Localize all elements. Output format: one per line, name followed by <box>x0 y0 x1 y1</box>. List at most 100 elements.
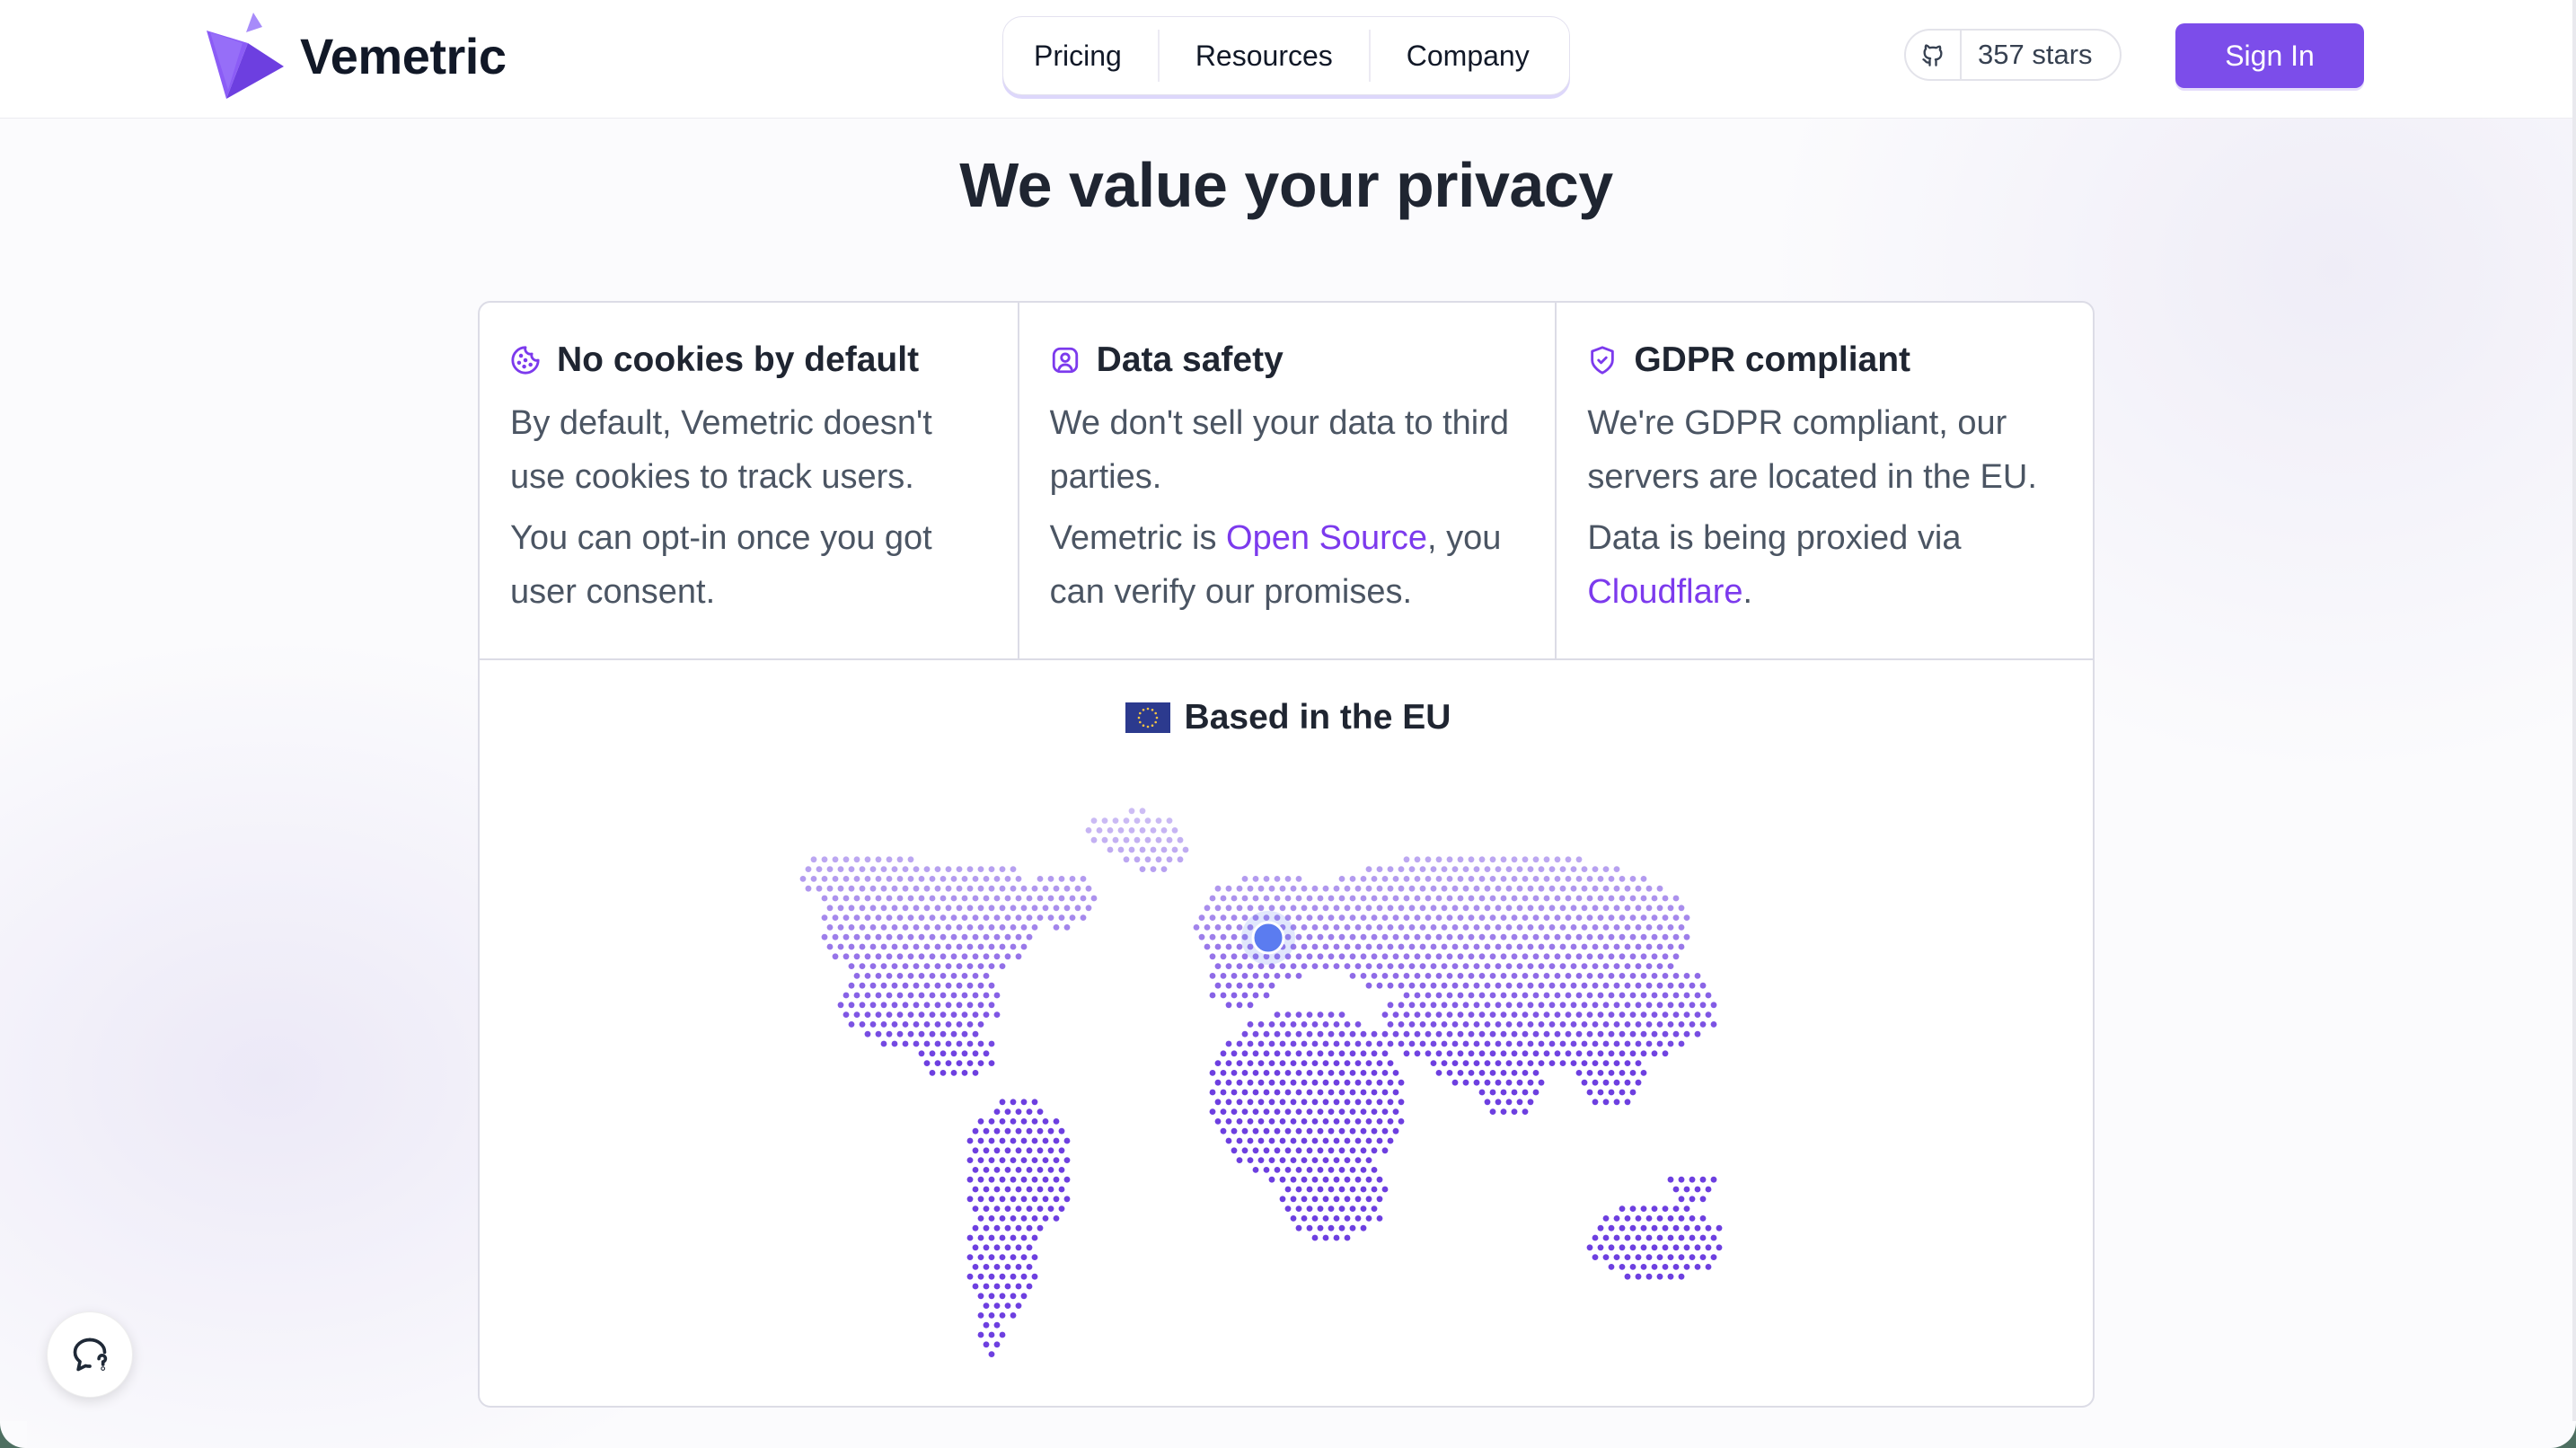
map-dot <box>1360 1186 1367 1193</box>
map-dot <box>1177 856 1184 863</box>
map-dot <box>966 1196 974 1203</box>
map-dot <box>1538 1002 1545 1009</box>
map-dot <box>1301 1215 1308 1222</box>
world-dot-map <box>799 808 1723 1357</box>
map-dot <box>1026 1244 1033 1251</box>
map-dot <box>945 905 952 912</box>
map-dot <box>1403 1030 1410 1037</box>
nav-resources[interactable]: Resources <box>1157 30 1369 82</box>
map-dot <box>929 1011 936 1018</box>
brand-logo[interactable]: Vemetric <box>207 13 507 99</box>
map-dot <box>1026 933 1033 940</box>
map-dot <box>1602 866 1610 872</box>
map-dot <box>1570 1021 1577 1028</box>
scrollbar-track[interactable] <box>2572 0 2576 1448</box>
map-dot <box>1559 982 1566 989</box>
map-dot <box>940 1070 947 1076</box>
map-dot <box>1613 866 1620 872</box>
github-stars-button[interactable]: 357 stars <box>1904 29 2122 81</box>
map-dot <box>1651 1030 1658 1037</box>
map-dot <box>1651 914 1658 921</box>
map-dot <box>1489 1011 1496 1018</box>
map-dot <box>1516 943 1523 950</box>
map-dot <box>966 1273 974 1280</box>
map-dot <box>1274 1108 1281 1115</box>
map-dot <box>1015 876 1022 882</box>
map-dot <box>1333 1040 1340 1047</box>
map-dot <box>1182 846 1189 853</box>
map-dot <box>940 953 947 960</box>
map-dot <box>1430 885 1437 892</box>
map-dot <box>934 924 941 931</box>
map-dot <box>1241 895 1248 902</box>
map-dot <box>1252 1108 1259 1115</box>
map-dot <box>1311 885 1319 892</box>
map-dot <box>1619 1030 1626 1037</box>
map-dot <box>1575 953 1583 960</box>
map-dot <box>961 1011 968 1018</box>
map-dot <box>1295 1070 1302 1076</box>
map-dot <box>977 1312 984 1319</box>
map-dot <box>837 924 844 931</box>
map-dot <box>875 1011 882 1018</box>
map-dot <box>1575 856 1583 863</box>
map-dot <box>1015 933 1022 940</box>
map-dot <box>1252 1030 1259 1037</box>
chat-button[interactable] <box>47 1311 133 1398</box>
map-dot <box>993 1341 1001 1348</box>
map-dot <box>1090 817 1098 824</box>
map-dot <box>1527 1099 1534 1106</box>
map-dot <box>1473 1002 1480 1009</box>
map-dot <box>869 963 877 969</box>
map-dot <box>1689 1002 1696 1009</box>
map-dot <box>1511 992 1518 999</box>
map-dot <box>886 1030 893 1037</box>
map-dot <box>972 1224 979 1232</box>
map-dot <box>1031 1273 1038 1280</box>
map-dot <box>1495 924 1502 931</box>
map-dot <box>1527 905 1534 912</box>
map-dot <box>1505 924 1513 931</box>
map-dot <box>1699 1254 1707 1260</box>
map-dot <box>1451 1002 1459 1009</box>
map-dot <box>1581 963 1588 969</box>
map-dot <box>988 963 995 969</box>
map-dot <box>1317 953 1324 960</box>
map-dot <box>1020 1293 1028 1300</box>
map-dot <box>1484 1040 1491 1047</box>
map-dot <box>1010 1118 1017 1125</box>
map-dot <box>1694 1186 1701 1193</box>
map-dot <box>1619 914 1626 921</box>
map-dot <box>1263 1089 1270 1096</box>
map-dot <box>1053 924 1060 931</box>
cloudflare-link[interactable]: Cloudflare <box>1587 573 1742 611</box>
map-dot <box>1284 1089 1292 1096</box>
nav-company[interactable]: Company <box>1368 30 1566 82</box>
map-dot <box>999 905 1006 912</box>
map-dot <box>940 1050 947 1057</box>
map-dot <box>1247 1040 1254 1047</box>
open-source-link[interactable]: Open Source <box>1226 519 1427 557</box>
map-dot <box>972 973 979 979</box>
map-dot <box>1338 933 1345 940</box>
map-dot <box>1419 866 1426 872</box>
eu-flag-icon <box>1125 702 1170 733</box>
map-dot <box>999 924 1006 931</box>
map-dot <box>1037 1205 1044 1212</box>
map-dot <box>1581 924 1588 931</box>
nav-pricing[interactable]: Pricing <box>1003 30 1158 82</box>
map-dot <box>1511 1011 1518 1018</box>
map-dot <box>1236 1137 1243 1144</box>
map-dot <box>1495 1060 1502 1066</box>
map-dot <box>1257 1118 1265 1125</box>
sign-in-button[interactable]: Sign In <box>2175 23 2364 88</box>
map-dot <box>1403 1011 1410 1018</box>
map-dot <box>1004 1264 1011 1270</box>
map-dot <box>988 1351 995 1357</box>
map-dot <box>1543 856 1550 863</box>
feature-text: We're GDPR compliant, our servers are lo… <box>1587 404 2037 496</box>
map-dot <box>1220 895 1227 902</box>
map-dot <box>983 933 990 940</box>
map-dot <box>1678 1002 1685 1009</box>
map-dot <box>1570 885 1577 892</box>
